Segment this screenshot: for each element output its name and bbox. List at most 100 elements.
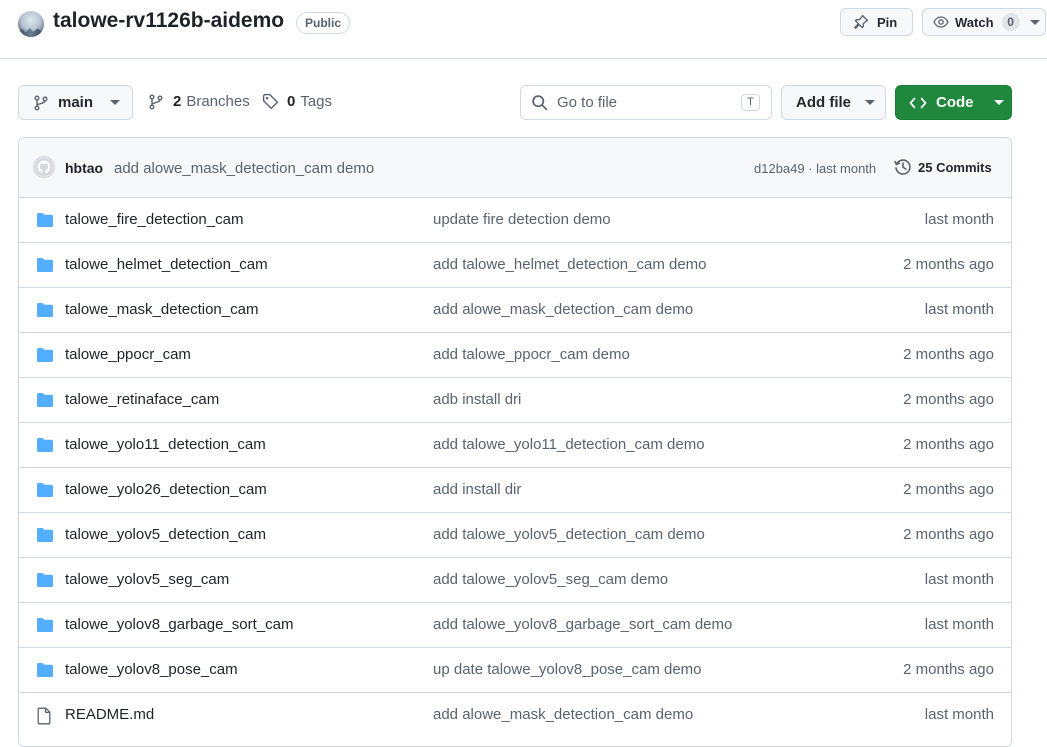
chevron-down-icon bbox=[865, 100, 875, 105]
commit-message[interactable]: add alowe_mask_detection_cam demo bbox=[114, 160, 374, 177]
table-row[interactable]: talowe_ppocr_cam add talowe_ppocr_cam dem… bbox=[19, 332, 1011, 377]
tags-link[interactable]: 0 Tags bbox=[262, 93, 332, 110]
file-commit-date: 2 months ago bbox=[903, 661, 994, 678]
latest-commit-bar: hbtao add alowe_mask_detection_cam demo … bbox=[19, 138, 1011, 198]
table-row[interactable]: talowe_yolov5_detection_cam add talowe_yo… bbox=[19, 512, 1011, 557]
chevron-down-icon bbox=[993, 100, 1004, 105]
repo-header: talowe-rv1126b-aidemo Public Pin Watch 0 bbox=[0, 0, 1047, 59]
eye-icon bbox=[933, 14, 949, 30]
file-commit-message[interactable]: adb install dri bbox=[433, 391, 521, 408]
file-name-link[interactable]: README.md bbox=[65, 706, 154, 723]
table-row[interactable]: talowe_yolov8_pose_cam up date talowe_yol… bbox=[19, 647, 1011, 692]
go-to-file-search[interactable]: Go to file T bbox=[520, 85, 772, 120]
file-name-link[interactable]: talowe_helmet_detection_cam bbox=[65, 256, 268, 273]
chevron-down-icon bbox=[1029, 19, 1040, 25]
watch-button[interactable]: Watch 0 bbox=[922, 8, 1046, 36]
table-row[interactable]: talowe_yolov8_garbage_sort_cam add talowe… bbox=[19, 602, 1011, 647]
commit-author[interactable]: hbtao bbox=[65, 160, 103, 176]
file-browser: hbtao add alowe_mask_detection_cam demo … bbox=[18, 137, 1012, 747]
branches-label: Branches bbox=[186, 93, 250, 110]
file-name-link[interactable]: talowe_ppocr_cam bbox=[65, 346, 191, 363]
branch-name: main bbox=[58, 94, 94, 111]
folder-icon bbox=[36, 437, 54, 458]
code-label: Code bbox=[936, 94, 974, 111]
file-name-link[interactable]: talowe_yolov8_garbage_sort_cam bbox=[65, 616, 293, 633]
branches-link[interactable]: 2 Branches bbox=[148, 93, 250, 110]
search-placeholder: Go to file bbox=[557, 94, 618, 111]
file-name-link[interactable]: talowe_yolov5_seg_cam bbox=[65, 571, 229, 588]
chevron-down-icon bbox=[110, 100, 121, 105]
table-row[interactable]: talowe_yolo26_detection_cam add install d… bbox=[19, 467, 1011, 512]
tags-count: 0 bbox=[287, 93, 296, 110]
folder-icon bbox=[36, 527, 54, 548]
file-commit-message[interactable]: add talowe_yolov5_detection_cam demo bbox=[433, 526, 705, 543]
file-commit-message[interactable]: up date talowe_yolov8_pose_cam demo bbox=[433, 661, 702, 678]
file-name-link[interactable]: talowe_yolo11_detection_cam bbox=[65, 436, 266, 453]
folder-icon bbox=[36, 347, 54, 368]
file-name-link[interactable]: talowe_yolov5_detection_cam bbox=[65, 526, 266, 543]
folder-icon bbox=[36, 257, 54, 278]
file-commit-date: last month bbox=[924, 211, 994, 228]
author-avatar[interactable] bbox=[33, 156, 55, 178]
table-row[interactable]: talowe_mask_detection_cam add alowe_mask_… bbox=[19, 287, 1011, 332]
file-commit-message[interactable]: add install dir bbox=[433, 481, 521, 498]
file-name-link[interactable]: talowe_retinaface_cam bbox=[65, 391, 219, 408]
branches-count: 2 bbox=[173, 93, 182, 110]
watch-count: 0 bbox=[1001, 13, 1020, 31]
file-commit-date: last month bbox=[924, 616, 994, 633]
file-commit-date: last month bbox=[924, 706, 994, 723]
table-row[interactable]: talowe_yolov5_seg_cam add talowe_yolov5_s… bbox=[19, 557, 1011, 602]
commit-hash-and-time[interactable]: d12ba49 · last month bbox=[754, 161, 876, 176]
table-row[interactable]: talowe_retinaface_cam adb install dri 2 mo… bbox=[19, 377, 1011, 422]
commits-history-link[interactable]: 25 Commits bbox=[894, 158, 992, 176]
file-commit-message[interactable]: add talowe_helmet_detection_cam demo bbox=[433, 256, 707, 273]
file-name-link[interactable]: talowe_yolo26_detection_cam bbox=[65, 481, 267, 498]
history-icon bbox=[894, 158, 912, 176]
code-icon bbox=[909, 95, 927, 111]
file-commit-date: last month bbox=[924, 571, 994, 588]
folder-icon bbox=[36, 662, 54, 683]
search-icon bbox=[531, 94, 548, 111]
file-name-link[interactable]: talowe_fire_detection_cam bbox=[65, 211, 243, 228]
file-commit-date: 2 months ago bbox=[903, 391, 994, 408]
folder-icon bbox=[36, 482, 54, 503]
table-row[interactable]: talowe_helmet_detection_cam add talowe_he… bbox=[19, 242, 1011, 287]
file-commit-message[interactable]: add alowe_mask_detection_cam demo bbox=[433, 301, 693, 318]
file-commit-date: 2 months ago bbox=[903, 436, 994, 453]
add-file-button[interactable]: Add file bbox=[781, 85, 886, 120]
file-name-link[interactable]: talowe_yolov8_pose_cam bbox=[65, 661, 238, 678]
git-branch-icon bbox=[148, 94, 164, 110]
file-commit-message[interactable]: add talowe_yolov8_garbage_sort_cam demo bbox=[433, 616, 732, 633]
table-row[interactable]: README.md add alowe_mask_detection_cam de… bbox=[19, 692, 1011, 737]
file-commit-date: 2 months ago bbox=[903, 526, 994, 543]
pin-button[interactable]: Pin bbox=[840, 8, 913, 36]
git-branch-icon bbox=[33, 95, 49, 111]
pin-icon bbox=[853, 14, 869, 30]
file-commit-message[interactable]: update fire detection demo bbox=[433, 211, 611, 228]
file-commit-message[interactable]: add alowe_mask_detection_cam demo bbox=[433, 706, 693, 723]
pin-label: Pin bbox=[877, 14, 898, 30]
file-commit-date: 2 months ago bbox=[903, 256, 994, 273]
visibility-badge: Public bbox=[296, 12, 351, 34]
branch-select-button[interactable]: main bbox=[18, 85, 133, 120]
folder-icon bbox=[36, 392, 54, 413]
folder-icon bbox=[36, 617, 54, 638]
file-commit-date: last month bbox=[924, 301, 994, 318]
repo-name[interactable]: talowe-rv1126b-aidemo bbox=[53, 9, 284, 33]
file-name-link[interactable]: talowe_mask_detection_cam bbox=[65, 301, 258, 318]
code-button[interactable]: Code bbox=[895, 85, 1012, 120]
repo-owner-avatar[interactable] bbox=[18, 11, 44, 37]
folder-icon bbox=[36, 302, 54, 323]
add-file-label: Add file bbox=[796, 94, 851, 111]
commits-count-label: 25 Commits bbox=[918, 159, 992, 175]
watch-label: Watch bbox=[955, 14, 994, 30]
table-row[interactable]: talowe_yolo11_detection_cam add talowe_yo… bbox=[19, 422, 1011, 467]
file-commit-message[interactable]: add talowe_ppocr_cam demo bbox=[433, 346, 630, 363]
file-commit-date: 2 months ago bbox=[903, 481, 994, 498]
tags-label: Tags bbox=[300, 93, 333, 110]
folder-icon bbox=[36, 212, 54, 233]
file-commit-date: 2 months ago bbox=[903, 346, 994, 363]
file-commit-message[interactable]: add talowe_yolo11_detection_cam demo bbox=[433, 436, 705, 453]
file-commit-message[interactable]: add talowe_yolov5_seg_cam demo bbox=[433, 571, 668, 588]
table-row[interactable]: talowe_fire_detection_cam update fire det… bbox=[19, 197, 1011, 242]
